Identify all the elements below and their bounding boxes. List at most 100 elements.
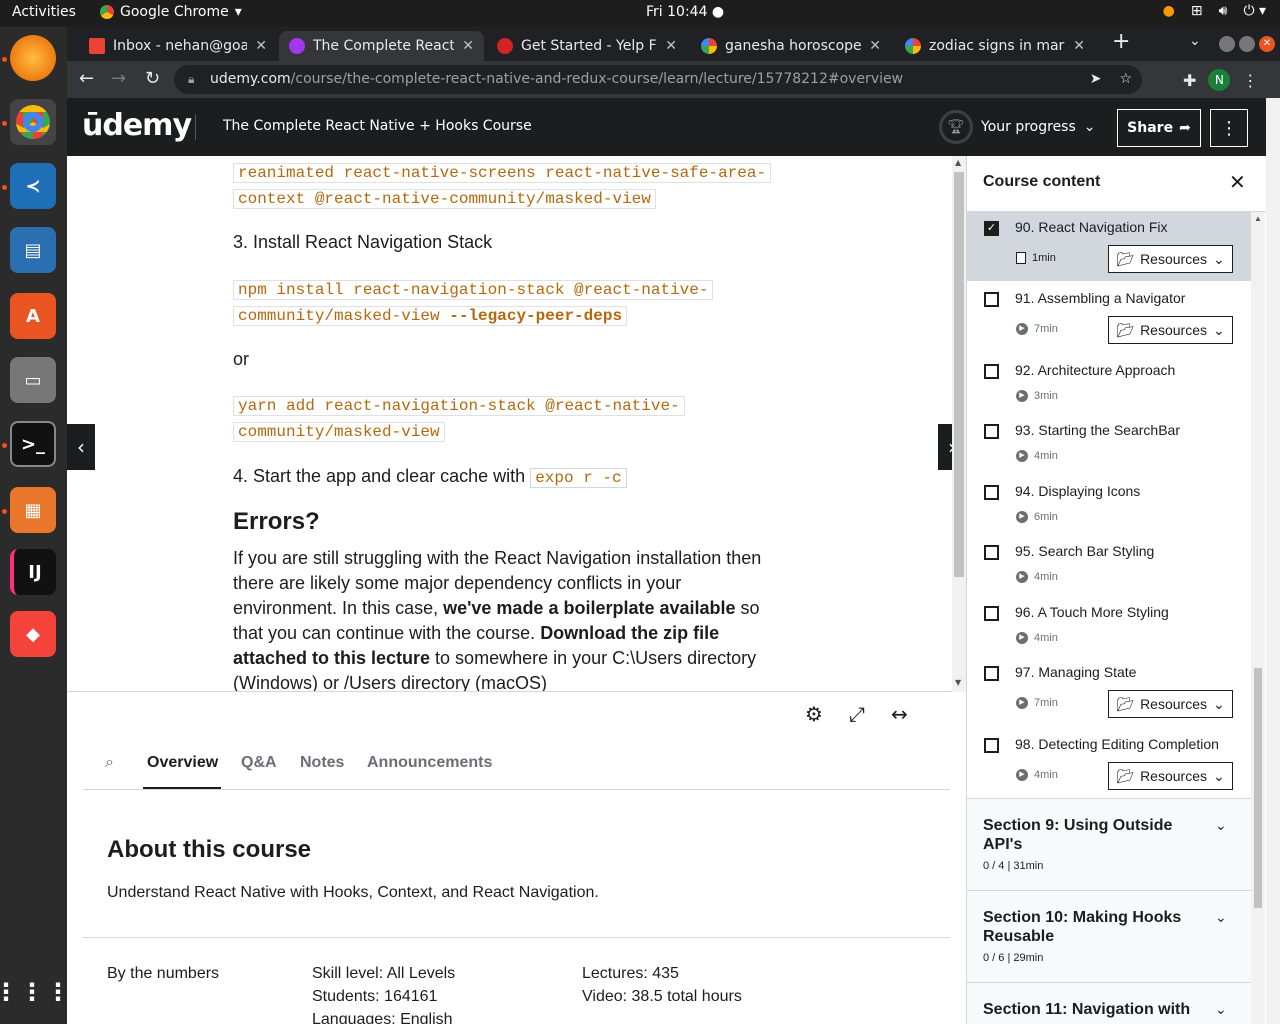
play-icon: ▶ [1016, 450, 1028, 462]
network-icon: ⊞ [1190, 3, 1203, 19]
lecture-checkbox[interactable] [984, 738, 999, 753]
show-apps-icon[interactable]: ⋮⋮⋮ [0, 969, 70, 1015]
lecture-item[interactable]: 95. Search Bar Styling ▶ 4min [967, 533, 1251, 594]
play-icon: ▶ [1016, 632, 1028, 644]
profile-avatar[interactable]: N [1208, 69, 1231, 91]
expand-width-icon[interactable]: ↔ [891, 702, 908, 726]
app-menu[interactable]: Google Chrome ▾ [100, 4, 242, 20]
close-tab-icon[interactable]: ✕ [1073, 38, 1085, 54]
vscode-icon[interactable]: ≺ [10, 163, 56, 209]
lecture-meta: ▶ 3min [1016, 390, 1058, 402]
browser-tab[interactable]: ganesha horoscope ✕ [691, 31, 891, 61]
settings-gear-icon[interactable]: ⚙ [805, 702, 823, 726]
lecture-item[interactable]: 94. Displaying Icons ▶ 6min [967, 473, 1251, 533]
lecture-item[interactable]: 97. Managing State ▶ 7min 📂︎ Resources ⌄ [967, 654, 1251, 726]
close-tab-icon[interactable]: ✕ [665, 38, 677, 54]
intellij-icon[interactable]: IJ [10, 549, 56, 595]
close-window-icon[interactable]: ✕ [1259, 36, 1275, 52]
lecture-checkbox[interactable]: ✓ [984, 221, 999, 236]
back-icon[interactable]: ← [79, 68, 94, 89]
progress-dropdown[interactable]: 🏆︎ Your progress ⌄ [939, 110, 1096, 144]
resources-button[interactable]: 📂︎ Resources ⌄ [1108, 245, 1233, 273]
system-tray[interactable]: ● ⊞ 🔊︎ ⏻ ▾ [1163, 3, 1266, 19]
lecture-checkbox[interactable] [984, 666, 999, 681]
scrollbar-thumb[interactable] [1254, 668, 1262, 908]
bookmark-star-icon[interactable]: ☆ [1119, 65, 1132, 94]
tab-qa[interactable]: Q&A [241, 754, 277, 772]
forward-icon[interactable]: → [111, 68, 126, 89]
extensions-puzzle-icon[interactable]: ✚ [1183, 71, 1196, 90]
lecture-checkbox[interactable] [984, 424, 999, 439]
browser-tab[interactable]: Get Started - Yelp Fu ✕ [487, 31, 687, 61]
scrollbar-thumb[interactable] [954, 172, 964, 577]
files-icon[interactable]: ▭ [10, 357, 56, 403]
lecture-item[interactable]: 98. Detecting Editing Completion ▶ 4min 📂… [967, 726, 1251, 798]
lecture-checkbox[interactable] [984, 606, 999, 621]
send-tab-icon[interactable]: ➤ [1090, 65, 1102, 94]
firefox-icon[interactable] [10, 35, 56, 81]
browser-tab[interactable]: Inbox - nehan@goa.l ✕ [79, 31, 277, 61]
code-line: npm install react-navigation-stack @reac… [233, 280, 714, 300]
close-tab-icon[interactable]: ✕ [462, 38, 474, 54]
minimize-icon[interactable] [1219, 36, 1235, 52]
scroll-down-icon[interactable]: ▼ [955, 678, 961, 687]
lecture-item[interactable]: 91. Assembling a Navigator ▶ 7min 📂︎ Resou… [967, 281, 1251, 353]
browser-tab[interactable]: zodiac signs in mara ✕ [895, 31, 1095, 61]
lecture-scrollbar[interactable]: ▲ ▼ [952, 156, 966, 692]
archive-manager-icon[interactable]: ▦ [10, 487, 56, 533]
lecture-duration: 1min [1032, 252, 1056, 264]
page-scrollbar[interactable] [1266, 98, 1280, 1024]
more-options-button[interactable]: ⋮ [1210, 109, 1248, 147]
tab-search-chevron-icon[interactable]: ⌄ [1189, 33, 1201, 49]
udemy-logo[interactable]: ūdemy [82, 108, 192, 143]
scroll-up-icon[interactable]: ▲ [1254, 214, 1262, 223]
close-icon[interactable]: ✕ [1229, 170, 1246, 195]
section-header[interactable]: Section 10: Making Hooks Reusable 0 / 6 … [967, 890, 1251, 982]
lecture-item-current[interactable]: ✓ 90. React Navigation Fix 1min 📂︎ Resour… [967, 212, 1251, 281]
lecture-item[interactable]: 93. Starting the SearchBar ▶ 4min [967, 413, 1251, 473]
anydesk-icon[interactable]: ◆ [10, 611, 56, 657]
sidebar-title: Course content [983, 173, 1101, 190]
lecture-meta: ▶ 4min [1016, 632, 1058, 644]
course-title[interactable]: The Complete React Native + Hooks Course [223, 118, 532, 134]
or-text: or [233, 349, 250, 369]
writer-icon[interactable]: ▤ [10, 227, 56, 273]
scroll-up-icon[interactable]: ▲ [955, 158, 961, 167]
reload-icon[interactable]: ↻ [145, 68, 160, 89]
browser-tab-active[interactable]: The Complete React ✕ [279, 31, 484, 61]
share-button[interactable]: Share ➦ [1117, 109, 1201, 147]
tab-overview[interactable]: Overview [147, 754, 218, 772]
sidebar-scrollbar[interactable]: ▲ [1251, 212, 1265, 1024]
lecture-item[interactable]: 92. Architecture Approach ▶ 3min [967, 353, 1251, 413]
section-header[interactable]: Section 11: Navigation with ⌄ [967, 982, 1251, 1024]
chrome-dock-icon[interactable] [10, 99, 56, 145]
lecture-checkbox[interactable] [984, 545, 999, 560]
resources-button[interactable]: 📂︎ Resources ⌄ [1108, 316, 1233, 344]
search-icon[interactable]: ⌕ [105, 754, 114, 772]
lecture-duration: 7min [1034, 323, 1058, 335]
chrome-menu-icon[interactable]: ⋮ [1242, 71, 1258, 90]
yelp-icon [497, 38, 513, 54]
udemy-icon [289, 38, 305, 54]
new-tab-button[interactable]: + [1112, 29, 1130, 54]
section-header[interactable]: Section 9: Using Outside API's 0 / 4 | 3… [967, 798, 1251, 890]
address-bar[interactable]: 🔒︎ udemy.com/course/the-complete-react-n… [174, 65, 1142, 94]
resources-button[interactable]: 📂︎ Resources ⌄ [1108, 690, 1233, 718]
software-store-icon[interactable]: A [10, 293, 56, 339]
lecture-checkbox[interactable] [984, 364, 999, 379]
previous-lecture-button[interactable]: ‹ [67, 424, 95, 470]
maximize-icon[interactable] [1239, 36, 1255, 52]
tab-notes[interactable]: Notes [300, 754, 344, 772]
tab-announcements[interactable]: Announcements [367, 754, 492, 772]
terminal-icon[interactable]: >_ [10, 421, 56, 467]
clock[interactable]: Fri 10:44 ● [646, 4, 724, 20]
close-tab-icon[interactable]: ✕ [255, 38, 267, 54]
lecture-checkbox[interactable] [984, 292, 999, 307]
lecture-item[interactable]: 96. A Touch More Styling ▶ 4min [967, 594, 1251, 654]
fullscreen-icon[interactable]: ⤢ [849, 702, 865, 726]
tab-title: ganesha horoscope [725, 38, 862, 54]
activities-button[interactable]: Activities [12, 4, 76, 20]
close-tab-icon[interactable]: ✕ [869, 38, 881, 54]
lecture-checkbox[interactable] [984, 485, 999, 500]
resources-button[interactable]: 📂︎ Resources ⌄ [1108, 762, 1233, 790]
